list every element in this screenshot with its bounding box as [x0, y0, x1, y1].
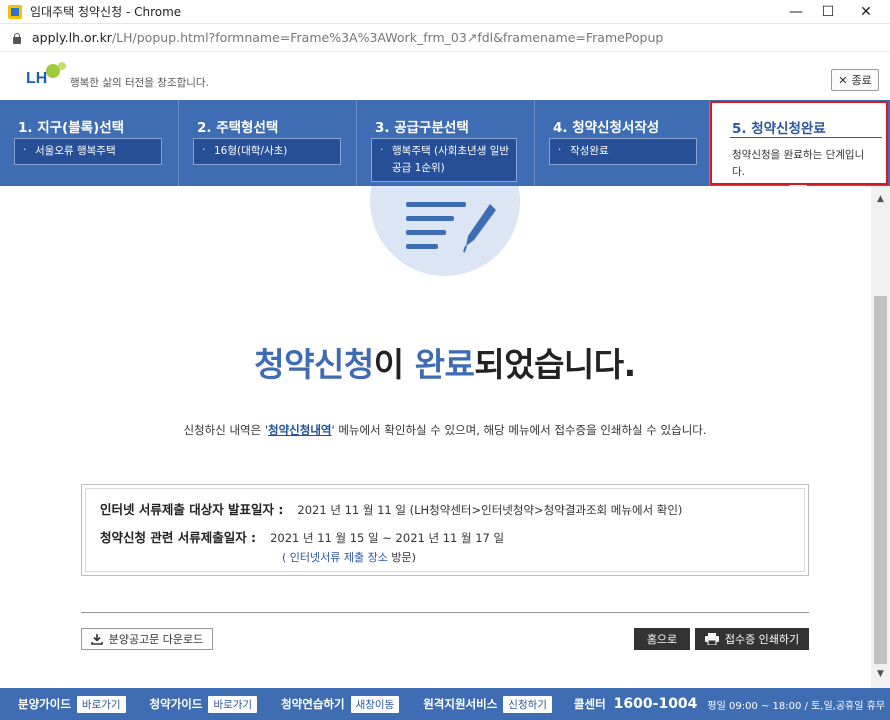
step-detail: 작성완료: [549, 138, 697, 165]
practice-link[interactable]: 새창이동: [350, 695, 400, 713]
slogan: 행복한 삶의 터전을 창조합니다.: [70, 77, 209, 89]
scroll-down-icon[interactable]: ▼: [871, 669, 890, 681]
step-detail: 서울오류 행복주택: [14, 138, 162, 165]
printer-icon: [704, 633, 719, 645]
step-3: 3. 공급구분선택 행복주택 (사회초년생 일반공급 1순위): [357, 100, 535, 186]
footer-call-center: 콜센터 1600-1004 평일 09:00 ~ 18:00 / 토,일,공휴일 휴…: [573, 696, 886, 712]
main-content: 청약신청이 완료되었습니다. 신청하신 내역은 '청약신청내역' 메뉴에서 확인…: [0, 186, 871, 688]
document-lines-icon: [406, 202, 466, 258]
vertical-scrollbar[interactable]: ▲ ▼: [871, 186, 890, 688]
step-title: 2. 주택형선택: [197, 120, 279, 136]
step-1: 1. 지구(블록)선택 서울오류 행복주택: [0, 100, 179, 186]
lh-logo: LH: [26, 62, 66, 90]
announce-date-row: 인터넷 서류제출 대상자 발표일자 :2021 년 11 월 11 일 (LH청…: [100, 502, 683, 517]
address-bar[interactable]: apply.lh.or.kr/LH/popup.html?formname=Fr…: [0, 24, 890, 52]
footer-bar: 분양가이드 바로가기 청약가이드 바로가기 청약연습하기 새창이동 원격지원서비스 신청…: [0, 688, 890, 720]
scroll-thumb[interactable]: [874, 296, 887, 664]
close-icon: ✕: [838, 73, 848, 87]
print-receipt-button[interactable]: 접수증 인쇄하기: [695, 628, 809, 650]
step-detail: 행복주택 (사회초년생 일반공급 1순위): [371, 138, 517, 182]
step-2: 2. 주택형선택 16형(대학/사초): [179, 100, 357, 186]
step-underline: [730, 137, 882, 138]
footer-remote-support: 원격지원서비스 신청하기: [423, 695, 552, 713]
sale-guide-link[interactable]: 바로가기: [76, 695, 126, 713]
step-title: 3. 공급구분선택: [375, 120, 469, 136]
step-title: 5. 청약신청완료: [732, 121, 826, 137]
footer-apply-guide: 청약가이드 바로가기: [150, 695, 258, 713]
submit-place-row: ( 인터넷서류 제출 장소 방문): [282, 551, 416, 564]
download-notice-button[interactable]: 분양공고문 다운로드: [81, 628, 213, 650]
submit-date-row: 청약신청 관련 서류제출일자 :2021 년 11 월 15 일 ~ 2021 …: [100, 530, 505, 545]
step-progress-bar: 1. 지구(블록)선택 서울오류 행복주택 2. 주택형선택 16형(대학/사초…: [0, 100, 890, 186]
remote-support-link[interactable]: 신청하기: [503, 695, 552, 713]
step-description: 청약신청을 완료하는 단계입니다.: [732, 149, 865, 178]
pen-icon: [463, 204, 496, 253]
step-title: 1. 지구(블록)선택: [18, 120, 125, 136]
maximize-button[interactable]: ☐: [808, 0, 848, 24]
window-title: 임대주택 청약신청 - Chrome: [30, 5, 182, 19]
divider: [81, 612, 809, 613]
step-5-current: 5. 청약신청완료 청약신청을 완료하는 단계입니다.: [710, 101, 888, 185]
submit-place-link[interactable]: 인터넷서류 제출 장소: [290, 551, 388, 564]
application-history-link[interactable]: 청약신청내역: [268, 423, 331, 437]
scroll-up-icon[interactable]: ▲: [871, 194, 890, 206]
apply-guide-link[interactable]: 바로가기: [208, 695, 258, 713]
step-4: 4. 청약신청서작성 작성완료: [535, 100, 710, 186]
close-popup-button[interactable]: ✕ 종료: [831, 69, 879, 91]
step-detail: 16형(대학/사초): [193, 138, 341, 165]
guide-text: 신청하신 내역은 '청약신청내역' 메뉴에서 확인하실 수 있으며, 해당 메뉴…: [183, 423, 707, 437]
schedule-info-box: 인터넷 서류제출 대상자 발표일자 :2021 년 11 월 11 일 (LH청…: [81, 484, 809, 576]
call-hours: 평일 09:00 ~ 18:00 / 토,일,공휴일 휴무: [707, 700, 886, 712]
window-close-button[interactable]: ✕: [846, 0, 886, 24]
completion-title: 청약신청이 완료되었습니다.: [254, 345, 636, 384]
app-icon: [8, 4, 22, 19]
home-button[interactable]: 홈으로: [634, 628, 690, 650]
url-text[interactable]: apply.lh.or.kr/LH/popup.html?formname=Fr…: [32, 30, 663, 45]
page-header: LH 행복한 삶의 터전을 창조합니다. ✕ 종료: [0, 52, 890, 100]
browser-titlebar: 임대주택 청약신청 - Chrome — ☐ ✕: [0, 0, 890, 24]
call-number: 1600-1004: [613, 696, 698, 712]
step-title: 4. 청약신청서작성: [553, 120, 660, 136]
footer-sale-guide: 분양가이드 바로가기: [18, 695, 126, 713]
lock-icon: [12, 32, 22, 44]
footer-practice: 청약연습하기 새창이동: [281, 695, 400, 713]
download-icon: [90, 634, 103, 645]
